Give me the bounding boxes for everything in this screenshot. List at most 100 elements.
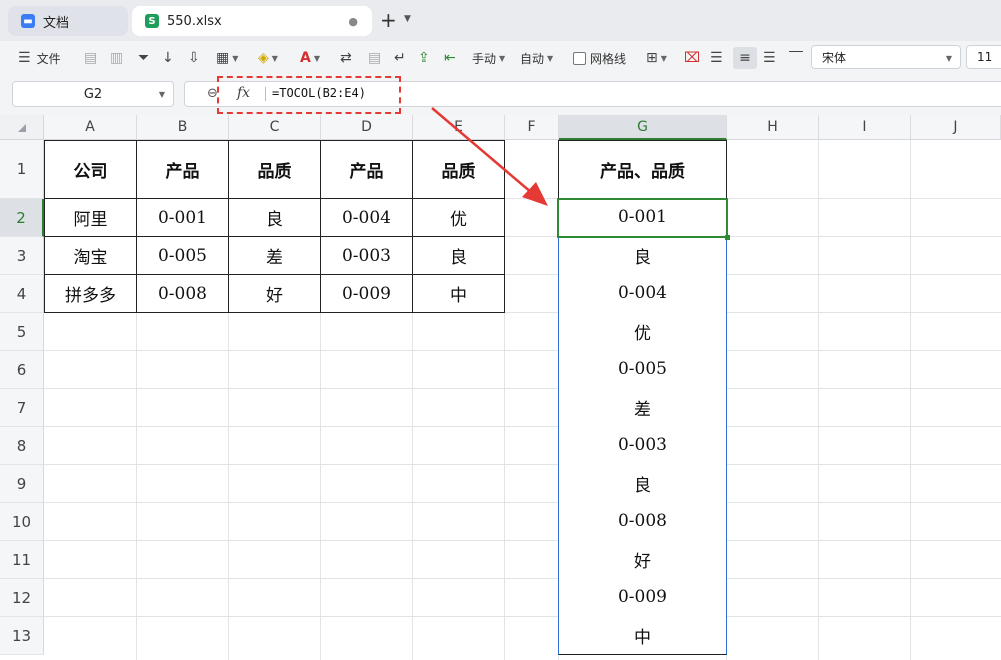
font-size-select[interactable]: 11	[966, 45, 1001, 69]
table-cell[interactable]: 良	[228, 198, 321, 237]
table-cell[interactable]: 好	[228, 274, 321, 313]
row-header-3[interactable]: 3	[0, 237, 44, 275]
result-cell[interactable]: 良	[558, 236, 727, 275]
manual-calc-dropdown[interactable]: 手动 ▼	[472, 47, 505, 69]
result-cell[interactable]: 优	[558, 312, 727, 351]
result-header-cell[interactable]: 产品、品质	[558, 140, 727, 199]
table-cell[interactable]: 0-001	[136, 198, 229, 237]
table-cell[interactable]: 0-005	[136, 236, 229, 275]
sort-asc-button[interactable]: ↓	[162, 47, 174, 69]
result-cell[interactable]: 0-008	[558, 502, 727, 541]
result-cell[interactable]: 0-009	[558, 578, 727, 617]
freeze-button[interactable]: ▤	[368, 47, 381, 69]
new-tab-icon[interactable]: +	[380, 8, 397, 32]
convert-button[interactable]: ⇄	[340, 47, 352, 69]
gridlines-checkbox[interactable]	[573, 51, 586, 65]
row-header-13[interactable]: 13	[0, 617, 44, 655]
auto-calc-dropdown[interactable]: 自动 ▼	[520, 47, 553, 69]
table-cell[interactable]: 0-004	[320, 198, 413, 237]
filter-button[interactable]: ⏷	[138, 47, 149, 69]
row-header-1[interactable]: 1	[0, 140, 44, 199]
table-header-cell[interactable]: 品质	[412, 140, 505, 199]
table-header-cell[interactable]: 产品	[136, 140, 229, 199]
wrap-button[interactable]: ↵	[394, 47, 406, 69]
column-header-h[interactable]: H	[727, 115, 819, 140]
clear-format-icon: ⌧	[684, 50, 701, 66]
table-cell[interactable]: 阿里	[44, 198, 137, 237]
gridline	[44, 426, 1001, 427]
fill-color-button[interactable]: ◈ ▼	[258, 47, 278, 69]
column-header-c[interactable]: C	[229, 115, 321, 140]
table-cell[interactable]: 0-003	[320, 236, 413, 275]
borders-button[interactable]: ▦ ▼	[216, 47, 238, 69]
fill-left-button[interactable]: ⇤	[444, 47, 456, 69]
chevron-down-icon[interactable]: ▼	[404, 14, 411, 24]
table-header-cell[interactable]: 公司	[44, 140, 137, 199]
column-header-d[interactable]: D	[321, 115, 413, 140]
sort-desc-button[interactable]: ⇩	[188, 47, 200, 69]
result-cell[interactable]: 0-005	[558, 350, 727, 389]
manual-calc-label: 手动	[472, 51, 497, 66]
table-cell[interactable]: 拼多多	[44, 274, 137, 313]
column-header-b[interactable]: B	[137, 115, 229, 140]
result-cell[interactable]: 0-004	[558, 274, 727, 313]
column-header-f[interactable]: F	[505, 115, 559, 140]
table-header-cell[interactable]: 品质	[228, 140, 321, 199]
result-cell[interactable]: 0-001	[558, 198, 727, 237]
table-cell[interactable]: 良	[412, 236, 505, 275]
table-cell[interactable]: 差	[228, 236, 321, 275]
row-header-4[interactable]: 4	[0, 275, 44, 313]
table-cell[interactable]: 淘宝	[44, 236, 137, 275]
result-cell[interactable]: 差	[558, 388, 727, 427]
fill-up-button[interactable]: ⇪	[418, 47, 430, 69]
gridline	[44, 616, 1001, 617]
wrap-icon: ↵	[394, 50, 406, 66]
align-center-button[interactable]: ≡	[733, 47, 757, 69]
row-header-9[interactable]: 9	[0, 465, 44, 503]
gridlines-toggle[interactable]: 网格线	[573, 47, 626, 69]
row-header-11[interactable]: 11	[0, 541, 44, 579]
paste-button[interactable]: ▤	[84, 47, 97, 69]
cell-style-button[interactable]: ⊞ ▼	[646, 47, 667, 69]
column-header-a[interactable]: A	[44, 115, 137, 140]
column-header-j[interactable]: J	[911, 115, 1001, 140]
unsaved-dot-icon[interactable]: ●	[348, 15, 358, 28]
name-box[interactable]: G2 ▼	[12, 81, 174, 107]
fill-handle[interactable]	[725, 235, 730, 240]
tab-docs[interactable]: ▬ 文档	[8, 6, 128, 36]
chevron-down-icon: ▼	[158, 90, 165, 99]
result-cell[interactable]: 中	[558, 616, 727, 655]
tab-spreadsheet[interactable]: S 550.xlsx ●	[132, 6, 372, 36]
row-header-10[interactable]: 10	[0, 503, 44, 541]
table-header-cell[interactable]: 产品	[320, 140, 413, 199]
row-header-7[interactable]: 7	[0, 389, 44, 427]
select-all-corner[interactable]	[0, 115, 44, 140]
font-family-select[interactable]: 宋体 ▼	[811, 45, 961, 69]
clear-format-button[interactable]: ⌧	[684, 47, 700, 69]
row-header-5[interactable]: 5	[0, 313, 44, 351]
row-header-12[interactable]: 12	[0, 579, 44, 617]
format-painter-button[interactable]: ▥	[110, 47, 123, 69]
font-color-button[interactable]: A ▼	[300, 47, 320, 69]
row-header-2[interactable]: 2	[0, 199, 44, 237]
column-header-e[interactable]: E	[413, 115, 505, 140]
table-cell[interactable]: 0-008	[136, 274, 229, 313]
table-cell[interactable]: 中	[412, 274, 505, 313]
column-header-i[interactable]: I	[819, 115, 911, 140]
table-cell[interactable]: 优	[412, 198, 505, 237]
result-cell[interactable]: 良	[558, 464, 727, 503]
align-right-button[interactable]: ☰	[763, 47, 776, 69]
align-left-button[interactable]: ☰	[710, 47, 723, 69]
docs-icon: ▬	[21, 14, 35, 28]
file-menu-button[interactable]: ☰ 文件	[18, 47, 61, 69]
result-cell[interactable]: 0-003	[558, 426, 727, 465]
table-cell[interactable]: 0-009	[320, 274, 413, 313]
row-header-6[interactable]: 6	[0, 351, 44, 389]
formula-highlight-box	[217, 76, 401, 114]
row-header-8[interactable]: 8	[0, 427, 44, 465]
result-cell[interactable]: 好	[558, 540, 727, 579]
column-header-g[interactable]: G	[559, 115, 727, 140]
align-top-button[interactable]: ⎺	[789, 47, 803, 69]
gridline	[44, 464, 1001, 465]
chevron-down-icon: ▼	[313, 53, 320, 63]
